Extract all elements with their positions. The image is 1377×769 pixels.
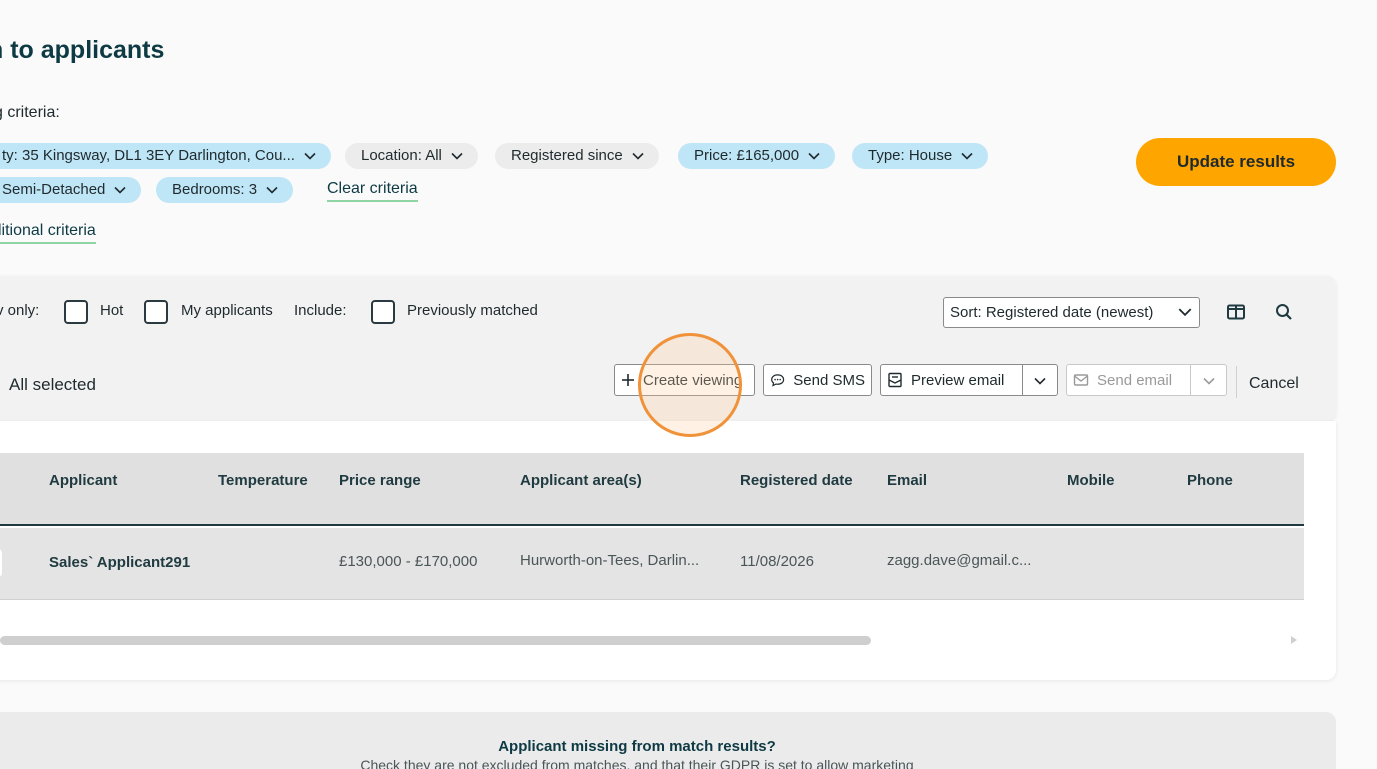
scroll-right-icon[interactable]: [1291, 636, 1297, 644]
chevron-down-icon[interactable]: [1033, 374, 1047, 388]
chip-bedrooms[interactable]: Bedrooms: 3: [156, 177, 294, 203]
col-price-range[interactable]: Price range: [339, 472, 421, 489]
chevron-down-icon: [266, 186, 278, 194]
chip-label: Location: All: [361, 147, 442, 164]
split-divider: [1022, 365, 1023, 395]
create-viewing-label: Create viewing: [643, 371, 743, 389]
chip-style[interactable]: Semi-Detached: [0, 177, 142, 203]
col-phone[interactable]: Phone: [1187, 472, 1233, 489]
cell-email: zagg.dave@gmail.c...: [887, 552, 1032, 569]
col-temperature[interactable]: Temperature: [218, 472, 308, 489]
chip-type[interactable]: Type: House: [852, 143, 989, 169]
cell-price-range: £130,000 - £170,000: [339, 553, 478, 570]
chip-label: Bedrooms: 3: [172, 181, 258, 198]
col-mobile[interactable]: Mobile: [1067, 472, 1115, 489]
create-viewing-button[interactable]: Create viewing: [614, 364, 755, 396]
missing-title: Applicant missing from match results?: [498, 738, 776, 755]
preview-email-button[interactable]: Preview email: [880, 364, 1058, 396]
cancel-button[interactable]: Cancel: [1249, 375, 1299, 393]
update-results-button[interactable]: Update results: [1136, 138, 1336, 186]
chip-property[interactable]: ty: 35 Kingsway, DL1 3EY Darlington, Cou…: [0, 143, 331, 169]
col-applicant[interactable]: Applicant: [49, 472, 117, 489]
col-registered-date[interactable]: Registered date: [740, 472, 853, 489]
col-email[interactable]: Email: [887, 472, 927, 489]
chevron-down-icon: [808, 152, 820, 160]
table-header: [0, 453, 1304, 526]
chip-label: Semi-Detached: [2, 181, 106, 198]
horizontal-scrollbar[interactable]: [0, 636, 871, 645]
criteria-label: g criteria:: [0, 104, 60, 121]
show-only-label: v only:: [0, 302, 40, 319]
preview-email-icon: [888, 372, 902, 388]
chip-price[interactable]: Price: £165,000: [678, 143, 836, 169]
chevron-down-icon: [1178, 308, 1192, 317]
send-email-label: Send email: [1097, 371, 1173, 389]
send-sms-button[interactable]: Send SMS: [763, 364, 872, 396]
my-applicants-label: My applicants: [181, 302, 273, 319]
chevron-down-icon: [451, 152, 463, 160]
cell-applicant[interactable]: Sales` Applicant291: [49, 554, 190, 571]
chevron-down-icon: [114, 186, 126, 194]
chevron-down-icon: [304, 152, 316, 160]
sort-value: Sort: Registered date (newest): [950, 304, 1154, 321]
chip-registered-since[interactable]: Registered since: [495, 143, 659, 169]
cell-registered: 11/08/2026: [740, 553, 814, 570]
row-checkbox[interactable]: [0, 549, 2, 577]
send-email-button[interactable]: Send email: [1066, 364, 1227, 396]
additional-criteria-link[interactable]: litional criteria: [0, 222, 96, 244]
chevron-down-icon: [961, 152, 973, 160]
chevron-down-icon[interactable]: [1202, 374, 1216, 388]
previously-matched-checkbox[interactable]: [371, 300, 395, 324]
previously-matched-label: Previously matched: [407, 302, 538, 319]
columns-icon[interactable]: [1224, 300, 1248, 324]
sort-select[interactable]: Sort: Registered date (newest): [943, 297, 1200, 328]
chip-label: Price: £165,000: [694, 147, 800, 164]
chip-label: Registered since: [511, 147, 623, 164]
clear-criteria-link[interactable]: Clear criteria: [327, 180, 418, 202]
include-label: Include:: [294, 302, 347, 319]
plus-icon: [622, 374, 634, 386]
preview-email-label: Preview email: [911, 371, 1005, 389]
hot-checkbox[interactable]: [64, 300, 88, 324]
search-icon[interactable]: [1272, 300, 1296, 324]
chip-label: ty: 35 Kingsway, DL1 3EY Darlington, Cou…: [2, 147, 295, 164]
send-sms-label: Send SMS: [793, 371, 865, 389]
chip-location[interactable]: Location: All: [345, 143, 478, 169]
chip-label: Type: House: [868, 147, 953, 164]
missing-subtitle: Check they are not excluded from matches…: [360, 757, 914, 769]
hot-label: Hot: [100, 302, 124, 319]
cell-areas: Hurworth-on-Tees, Darlin...: [520, 552, 700, 569]
my-applicants-checkbox[interactable]: [144, 300, 168, 324]
col-applicant-areas[interactable]: Applicant area(s): [520, 472, 642, 489]
all-selected-label: All selected: [9, 375, 96, 394]
page-title: h to applicants: [0, 36, 165, 64]
envelope-icon: [1073, 374, 1089, 386]
chat-icon: [771, 374, 785, 387]
toolbar-divider: [1236, 366, 1237, 398]
split-divider: [1190, 365, 1191, 395]
chevron-down-icon: [632, 152, 644, 160]
